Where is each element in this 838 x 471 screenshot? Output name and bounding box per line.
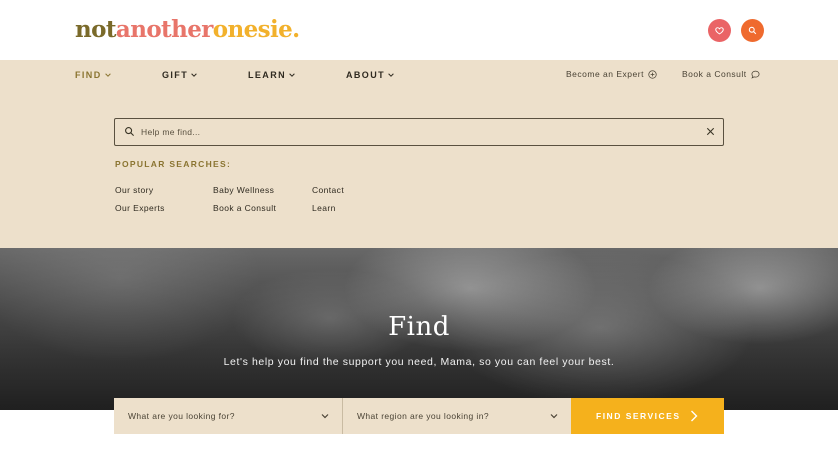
logo-part-onesie: onesie. <box>212 16 300 43</box>
search-icon <box>125 127 135 137</box>
nav-item-label: LEARN <box>248 70 286 80</box>
logo-part-another: another <box>115 16 213 43</box>
category-select[interactable]: What are you looking for? <box>114 398 342 434</box>
chevron-down-icon <box>550 414 558 419</box>
heart-icon <box>715 27 724 35</box>
search-icon <box>748 26 757 35</box>
find-services-label: FIND SERVICES <box>596 411 681 421</box>
hero-subtitle: Let's help you find the support you need… <box>223 356 615 368</box>
close-icon[interactable] <box>705 126 716 137</box>
search-input[interactable] <box>141 123 681 141</box>
book-consult-link[interactable]: Book a Consult <box>682 69 760 79</box>
chevron-down-icon <box>321 414 329 419</box>
region-select-placeholder: What region are you looking in? <box>357 411 489 421</box>
plus-circle-icon <box>648 69 657 79</box>
wishlist-button[interactable] <box>708 19 731 42</box>
nav-item-label: GIFT <box>162 70 189 80</box>
chevron-down-icon <box>191 73 197 77</box>
site-header: notanotheronesie. <box>0 0 838 60</box>
popular-link-contact[interactable]: Contact <box>312 185 344 195</box>
site-logo[interactable]: notanotheronesie. <box>75 16 300 43</box>
popular-link-book-consult[interactable]: Book a Consult <box>213 203 276 213</box>
chevron-down-icon <box>388 73 394 77</box>
popular-link-baby-wellness[interactable]: Baby Wellness <box>213 185 274 195</box>
chat-bubble-icon <box>751 70 760 79</box>
search-panel: FIND GIFT LEARN ABOUT Become an Expert B… <box>0 60 838 248</box>
popular-link-our-experts[interactable]: Our Experts <box>115 203 165 213</box>
popular-searches-heading: POPULAR SEARCHES: <box>115 159 232 169</box>
hero-title: Find <box>388 312 450 342</box>
nav-item-gift[interactable]: GIFT <box>162 70 198 80</box>
nav-item-label: FIND <box>75 70 102 80</box>
search-field <box>114 118 724 146</box>
chevron-down-icon <box>104 73 111 77</box>
nav-item-label: ABOUT <box>346 70 385 80</box>
hero-banner: Find Let's help you find the support you… <box>0 248 838 410</box>
popular-link-learn[interactable]: Learn <box>312 203 336 213</box>
book-consult-label: Book a Consult <box>682 69 747 79</box>
nav-item-find[interactable]: FIND <box>75 70 112 80</box>
region-select[interactable]: What region are you looking in? <box>342 398 571 434</box>
header-search-button[interactable] <box>741 19 764 42</box>
become-expert-label: Become an Expert <box>566 69 644 79</box>
popular-link-our-story[interactable]: Our story <box>115 185 154 195</box>
find-services-button[interactable]: FIND SERVICES <box>571 398 724 434</box>
service-finder: What are you looking for? What region ar… <box>114 398 724 434</box>
logo-part-not: not <box>75 16 116 43</box>
nav-item-about[interactable]: ABOUT <box>346 70 395 80</box>
become-expert-link[interactable]: Become an Expert <box>566 69 657 79</box>
chevron-right-icon <box>691 410 698 422</box>
chevron-down-icon <box>289 73 295 77</box>
category-select-placeholder: What are you looking for? <box>128 411 235 421</box>
nav-item-learn[interactable]: LEARN <box>248 70 296 80</box>
